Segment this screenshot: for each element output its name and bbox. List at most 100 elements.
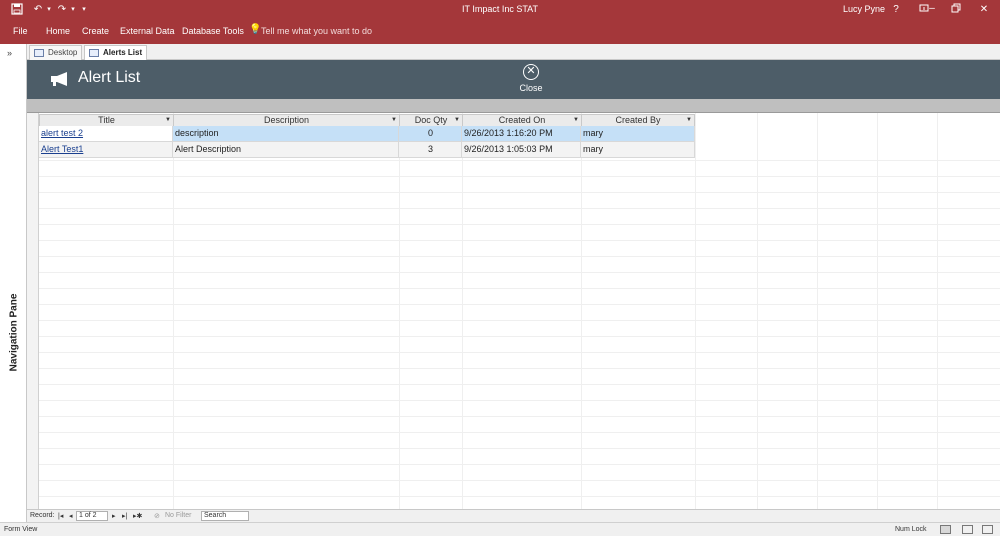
close-icon: ✕: [523, 64, 539, 80]
column-header-label: Title: [98, 115, 115, 125]
cell-title[interactable]: alert test 2: [39, 126, 173, 142]
cell-description[interactable]: Alert Description: [173, 142, 399, 158]
gridline: [39, 352, 1000, 353]
gridline: [39, 464, 1000, 465]
column-header-label: Created On: [498, 115, 546, 125]
tab-desktop[interactable]: Desktop: [29, 45, 82, 60]
gridline: [39, 368, 1000, 369]
tab-alerts-list-label: Alerts List: [103, 48, 143, 57]
gridline: [937, 113, 938, 509]
minimize-icon[interactable]: –: [925, 2, 939, 16]
gridline: [39, 432, 1000, 433]
gridline: [757, 113, 758, 509]
gridline: [39, 272, 1000, 273]
gridline: [39, 336, 1000, 337]
gridline: [39, 176, 1000, 177]
tab-alerts-list[interactable]: Alerts List: [84, 45, 147, 60]
column-dropdown-icon[interactable]: ▼: [573, 115, 579, 126]
lightbulb-icon: 💡: [249, 24, 262, 35]
close-form-button[interactable]: ✕ Close: [516, 63, 546, 97]
gridline: [39, 208, 1000, 209]
tab-database-tools[interactable]: Database Tools: [182, 26, 244, 36]
form-icon: [34, 49, 44, 57]
gridline: [39, 256, 1000, 257]
expand-nav-icon[interactable]: »: [7, 48, 12, 58]
column-header-label: Doc Qty: [414, 115, 448, 125]
gridline: [877, 113, 878, 509]
tab-create[interactable]: Create: [82, 26, 109, 36]
title-bar: ↶ ▾ ↷ ▾ ▾ IT Impact Inc STAT Lucy Pyne ?…: [0, 0, 1000, 20]
column-dropdown-icon[interactable]: ▼: [454, 115, 460, 126]
close-window-icon[interactable]: ✕: [977, 3, 991, 17]
cell-doc-qty[interactable]: 0: [399, 126, 462, 142]
gridline: [39, 240, 1000, 241]
gridline: [817, 113, 818, 509]
help-icon[interactable]: ?: [889, 3, 903, 17]
tab-desktop-label: Desktop: [48, 48, 78, 57]
tab-file[interactable]: File: [13, 26, 28, 36]
form-title: Alert List: [78, 69, 141, 86]
search-input[interactable]: Search: [201, 511, 249, 521]
cell-created-on[interactable]: 9/26/2013 1:05:03 PM: [462, 142, 581, 158]
cell-doc-qty[interactable]: 3: [399, 142, 462, 158]
gridline: [39, 384, 1000, 385]
form-icon: [89, 49, 99, 57]
datasheet-view-icon[interactable]: [962, 525, 973, 534]
num-lock-status: Num Lock: [895, 526, 927, 533]
megaphone-icon: [49, 71, 71, 89]
tell-me-search[interactable]: Tell me what you want to do: [261, 26, 372, 36]
new-record-icon[interactable]: ▸✱: [133, 512, 142, 520]
first-record-icon[interactable]: |◂: [58, 512, 63, 520]
next-record-icon[interactable]: ▸: [112, 512, 116, 520]
cell-created-on[interactable]: 9/26/2013 1:16:20 PM: [462, 126, 581, 142]
previous-record-icon[interactable]: ◂: [69, 512, 73, 520]
gridline: [39, 400, 1000, 401]
navigation-pane[interactable]: » Navigation Pane: [0, 44, 27, 522]
gridline: [39, 480, 1000, 481]
cell-description[interactable]: description: [173, 126, 399, 142]
gridline: [39, 496, 1000, 497]
status-bar: Form View Num Lock: [0, 522, 1000, 536]
column-dropdown-icon[interactable]: ▼: [391, 115, 397, 126]
tab-home[interactable]: Home: [46, 26, 70, 36]
gridline: [39, 288, 1000, 289]
filter-status[interactable]: No Filter: [165, 512, 191, 519]
navigation-pane-label[interactable]: Navigation Pane: [9, 293, 20, 373]
cell-created-by[interactable]: mary: [581, 142, 695, 158]
gridline: [39, 192, 1000, 193]
gridline: [39, 224, 1000, 225]
column-dropdown-icon[interactable]: ▼: [686, 115, 692, 126]
form-header-divider: [27, 99, 1000, 113]
tab-external-data[interactable]: External Data: [120, 26, 175, 36]
cell-title[interactable]: Alert Test1: [39, 142, 173, 158]
view-status: Form View: [4, 526, 38, 533]
last-record-icon[interactable]: ▸|: [122, 512, 127, 520]
column-header-label: Created By: [615, 115, 661, 125]
gridline: [399, 113, 400, 509]
design-view-icon[interactable]: [982, 525, 993, 534]
gridline: [581, 113, 582, 509]
gridline: [39, 320, 1000, 321]
close-button-label: Close: [519, 83, 543, 93]
document-tabs: Desktop Alerts List ✕: [27, 44, 1000, 60]
column-dropdown-icon[interactable]: ▼: [165, 115, 171, 126]
gridline: [39, 304, 1000, 305]
user-name[interactable]: Lucy Pyne: [843, 4, 885, 14]
gridline: [695, 113, 696, 509]
record-navigator: Record: |◂ ◂ 1 of 2 ▸ ▸| ▸✱ ⊘ No Filter …: [27, 509, 1000, 522]
ribbon-tabs: File Home Create External Data Database …: [0, 20, 1000, 44]
form-header: Alert List ✕ Close: [27, 60, 1000, 99]
restore-icon[interactable]: [949, 3, 963, 17]
alerts-datasheet: Title ▼ Description ▼ Doc Qty ▼ Created …: [27, 113, 1000, 509]
column-header-label: Description: [263, 115, 310, 125]
gridline: [39, 160, 1000, 161]
gridline: [173, 113, 174, 509]
record-selector-column[interactable]: [27, 113, 39, 509]
cell-created-by[interactable]: mary: [581, 126, 695, 142]
gridline: [462, 113, 463, 509]
gridline: [39, 448, 1000, 449]
record-position-input[interactable]: 1 of 2: [76, 511, 108, 521]
filter-icon: ⊘: [154, 513, 160, 520]
record-label: Record:: [30, 512, 55, 519]
form-view-icon[interactable]: [940, 525, 951, 534]
